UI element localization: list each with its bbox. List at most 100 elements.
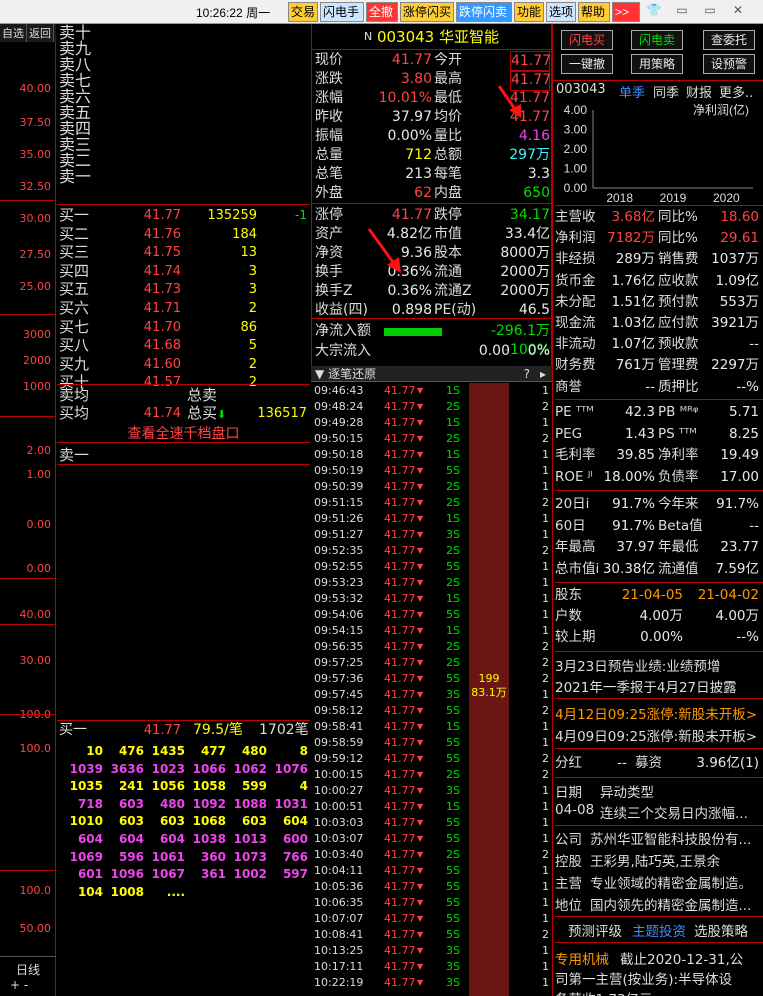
queue-cell: 604 [282, 814, 308, 829]
toolbar-button[interactable]: 全撤 [366, 2, 398, 22]
zoom-out-button[interactable]: - [24, 978, 28, 992]
financial-value: 289万 [615, 251, 655, 268]
tab-back[interactable]: 返回 [27, 24, 54, 42]
buy-level-row[interactable]: 买八 41.68 5 [57, 336, 310, 355]
buy-level-row[interactable]: 买四 41.74 3 [57, 262, 310, 281]
news-item[interactable]: 2021年一季报于4月27日披露 [555, 676, 737, 696]
arrow-down-icon: ▼ [417, 978, 424, 987]
close-icon[interactable]: ✕ [726, 3, 750, 19]
toolbar-button[interactable]: 帮助 [578, 2, 610, 22]
industry-tag[interactable]: 专用机械 [555, 948, 609, 968]
tick-volume: 3S [446, 976, 460, 989]
tick-time: 09:48:24 [314, 400, 364, 413]
set-alert-button[interactable]: 设预警 [703, 54, 755, 74]
quote-row: 换手Z 0.36% 流通Z 2000万 [312, 282, 553, 301]
axis-label: 0.00 [26, 518, 52, 531]
tick-price: 41.77 [384, 816, 416, 829]
buy-level-row[interactable]: 买三 41.75 13 [57, 243, 310, 262]
query-orders-button[interactable]: 查委托 [703, 30, 755, 50]
queue-price: 41.77 [143, 723, 181, 738]
tick-row: 10:22:19 41.77 ▼ 3S 1 [312, 975, 552, 991]
tick-count: 2 [542, 432, 549, 445]
performance-value: 30.38亿 [602, 560, 655, 577]
tick-time: 09:54:06 [314, 608, 364, 621]
tick-row: 09:51:15 41.77 ▼ 2S 2 [312, 495, 552, 511]
zoom-controls[interactable]: + - [0, 978, 56, 992]
help-icon[interactable]: ? [524, 366, 530, 382]
limit-up-news[interactable]: 4月12日09:25涨停:新股未开板> [555, 703, 757, 723]
queue-cell: 1058 [192, 779, 226, 794]
quote-label: 外盘 [315, 185, 343, 201]
tab-same-season[interactable]: 同季 [653, 82, 679, 101]
toolbar-button[interactable]: 闪电手 [320, 2, 364, 22]
tick-row: 09:57:45 41.77 ▼ 3S 1 [312, 687, 552, 703]
tick-time: 10:00:27 [314, 784, 364, 797]
limit-up-news[interactable]: 4月09日09:25涨停:新股未开板> [555, 725, 757, 745]
financial-row: 商誉 -- 质押比 --% [555, 377, 761, 398]
tick-time: 09:53:23 [314, 576, 364, 589]
tab-single-season[interactable]: 单季 [619, 82, 645, 101]
minimize-icon[interactable]: ▭ [670, 3, 694, 19]
buy-level-row[interactable]: 买六 41.71 2 [57, 299, 310, 318]
tick-row: 10:07:07 41.77 ▼ 5S 1 [312, 911, 552, 927]
tick-volume: 5S [446, 736, 460, 749]
axis-label: 37.50 [19, 116, 52, 129]
collapse-icon[interactable]: ▼ [315, 367, 324, 381]
arrow-down-icon: ▼ [417, 690, 424, 699]
quote-row: 现价 41.77 今开 41.77 [312, 51, 553, 72]
tick-time: 10:03:07 [314, 832, 364, 845]
news-item[interactable]: 3月23日预告业绩:业绩预增 [555, 655, 720, 675]
total-buy-value: 136517 [257, 406, 307, 421]
flash-buy-button[interactable]: 闪电买 [561, 30, 613, 50]
tab-watchlist[interactable]: 自选 [0, 24, 27, 42]
quote-label: 流通 [434, 264, 462, 280]
tick-time: 09:51:27 [314, 528, 364, 541]
tick-time: 09:57:45 [314, 688, 364, 701]
dropdown-icon[interactable]: ▸ [540, 366, 546, 382]
buy-level-row[interactable]: 买五 41.73 3 [57, 280, 310, 299]
tick-time: 09:57:36 [314, 672, 364, 685]
tab-financial-report[interactable]: 财报 [686, 82, 712, 101]
flash-sell-button[interactable]: 闪电卖 [631, 30, 683, 50]
shirt-icon[interactable]: 👕 [642, 3, 666, 19]
section-divider [555, 698, 763, 699]
queue-cell: 601 [77, 867, 103, 882]
queue-row: 1069 596 1061 360 1073 766 [62, 850, 312, 866]
buy-level-row[interactable]: 买二 41.76 184 [57, 225, 310, 244]
bottom-tab[interactable]: 主题投资 [632, 920, 686, 940]
bottom-tab[interactable]: 预测评级 [568, 920, 622, 940]
quote-label: 今开 [434, 52, 462, 68]
buy-level-row[interactable]: 买九 41.60 2 [57, 355, 310, 374]
toolbar-button[interactable]: 跌停闪卖 [456, 2, 512, 22]
abnormal-type[interactable]: 连续三个交易日内涨幅... [600, 802, 748, 822]
use-strategy-button[interactable]: 用策略 [631, 54, 683, 74]
toolbar-button[interactable]: 涨停闪买 [400, 2, 454, 22]
arrow-down-icon: ▼ [417, 658, 424, 667]
tick-time: 10:04:11 [314, 864, 364, 877]
quote-label: 现价 [315, 52, 343, 68]
arrow-down-icon: ▼ [417, 818, 424, 827]
full-book-link[interactable]: 查看全速千档盘口 [57, 424, 310, 444]
financial-row: 财务费 761万 管理费 2297万 [555, 355, 761, 376]
daily-line-label[interactable]: 日线 [0, 961, 56, 978]
performance-value: 91.7% [612, 496, 655, 512]
tick-count: 2 [542, 752, 549, 765]
bottom-tab[interactable]: 选股策略 [694, 920, 748, 940]
toolbar-button[interactable]: >> [612, 2, 640, 22]
queue-cell: 1023 [151, 761, 185, 776]
restore-icon[interactable]: ▭ [698, 3, 722, 19]
buy-level-row[interactable]: 买七 41.70 86 [57, 318, 310, 337]
toolbar-button[interactable]: 功能 [514, 2, 544, 22]
axis-gridline [0, 714, 56, 715]
tick-row: 10:06:35 41.77 ▼ 5S 1 [312, 895, 552, 911]
axis-gridline [0, 870, 56, 871]
tick-volume: 2S [446, 432, 460, 445]
company-label: 控股 [555, 854, 582, 870]
tick-count: 1 [542, 448, 549, 461]
toolbar-button[interactable]: 选项 [546, 2, 576, 22]
zoom-in-button[interactable]: + [10, 978, 20, 992]
toolbar-button[interactable]: 交易 [288, 2, 318, 22]
tab-more[interactable]: 更多.. [719, 82, 753, 101]
buy-level-row[interactable]: 买一 41.77 135259 -1 [57, 206, 310, 225]
cancel-all-button[interactable]: 一键撤 [561, 54, 613, 74]
